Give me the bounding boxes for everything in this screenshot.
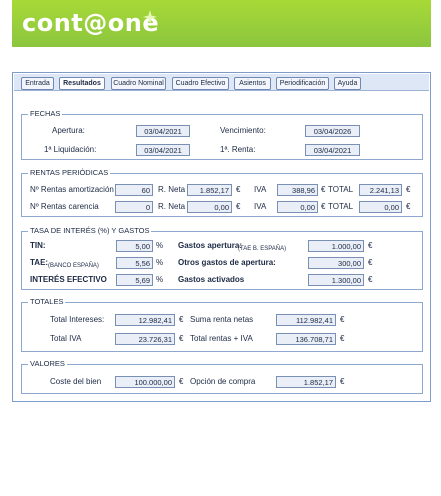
euro-unit: € <box>406 185 411 194</box>
euro-unit: € <box>236 185 241 194</box>
tab-entrada[interactable]: Entrada <box>21 77 54 90</box>
valores-group: VALORES Coste del bien € Opción de compr… <box>21 359 423 394</box>
iva-field-2[interactable] <box>277 201 318 213</box>
gastos-apertura-label: Gastos apertura: <box>178 241 243 250</box>
opcion-compra-label: Opción de compra <box>190 377 256 386</box>
apertura-field[interactable] <box>136 125 190 137</box>
euro-unit: € <box>321 185 326 194</box>
fechas-group: FECHAS Apertura: Vencimiento: 1ª Liquida… <box>21 109 423 160</box>
euro-unit: € <box>368 241 373 250</box>
suma-rentas-field[interactable] <box>276 314 336 326</box>
tasa-group: TASA DE INTERÉS (%) Y GASTOS TIN: % TAE:… <box>21 226 423 290</box>
rneta-field-2[interactable] <box>187 201 232 213</box>
liquidacion-field[interactable] <box>136 144 190 156</box>
tab-periodificacion[interactable]: Periodificación <box>276 77 329 90</box>
totales-group: TOTALES Total Intereses: € Suma renta ne… <box>21 297 423 352</box>
tab-asientos[interactable]: Asientos <box>234 77 271 90</box>
tab-cuadro-nominal[interactable]: Cuadro Nominal <box>111 77 166 90</box>
gastos-apertura-sublabel: (TAE B. ESPAÑA) <box>238 246 287 252</box>
opcion-compra-field[interactable] <box>276 376 336 388</box>
total-field-1[interactable] <box>359 184 402 196</box>
total-label-2: TOTAL <box>328 202 354 211</box>
interes-efectivo-label: INTERÉS EFECTIVO <box>30 275 107 284</box>
euro-unit: € <box>236 202 241 211</box>
iva-label-2: IVA <box>254 202 267 211</box>
iva-label-1: IVA <box>254 185 267 194</box>
euro-unit: € <box>368 258 373 267</box>
tin-label: TIN: <box>30 241 46 250</box>
primera-renta-field[interactable] <box>305 144 360 156</box>
primera-renta-label: 1ª. Renta: <box>220 145 256 154</box>
coste-bien-field[interactable] <box>115 376 175 388</box>
rneta-label-1: R. Neta <box>158 185 186 194</box>
total-field-2[interactable] <box>359 201 402 213</box>
gastos-activados-label: Gastos activados <box>178 275 245 284</box>
euro-unit: € <box>340 315 345 324</box>
tab-cuadro-efectivo[interactable]: Cuadro Efectivo <box>172 77 229 90</box>
rentas-amortizacion-label: Nº Rentas amortización <box>30 185 114 194</box>
rentas-amortizacion-field[interactable] <box>115 184 153 196</box>
total-rentas-iva-field[interactable] <box>276 333 336 345</box>
gastos-activados-field[interactable] <box>308 274 364 286</box>
tab-resultados[interactable]: Resultados <box>59 77 105 90</box>
otros-gastos-label: Otros gastos de apertura: <box>178 258 276 267</box>
euro-unit: € <box>340 334 345 343</box>
percent-unit: % <box>156 241 164 250</box>
rentas-carencia-field[interactable] <box>115 201 153 213</box>
tin-field[interactable] <box>116 240 153 252</box>
tae-field[interactable] <box>116 257 153 269</box>
liquidacion-label: 1ª Liquidación: <box>44 145 97 154</box>
euro-unit: € <box>179 377 184 386</box>
suma-rentas-label: Suma renta netas <box>190 315 254 324</box>
gastos-apertura-field[interactable] <box>308 240 364 252</box>
tab-ayuda[interactable]: Ayuda <box>334 77 361 90</box>
rentas-group: RENTAS PERIÓDICAS Nº Rentas amortización… <box>21 168 423 217</box>
total-rentas-iva-label: Total rentas + IVA <box>190 334 253 343</box>
euro-unit: € <box>179 334 184 343</box>
valores-title: VALORES <box>28 359 67 369</box>
tae-sublabel: (BANCO ESPAÑA) <box>48 263 99 269</box>
euro-unit: € <box>340 377 345 386</box>
total-intereses-label: Total Intereses: <box>50 315 105 324</box>
total-iva-field[interactable] <box>115 333 175 345</box>
fechas-title: FECHAS <box>28 109 63 119</box>
logo-sparkle-icon <box>143 10 157 24</box>
iva-field-1[interactable] <box>277 184 318 196</box>
rentas-carencia-label: Nº Rentas carencia <box>30 202 99 211</box>
tae-label: TAE: <box>30 258 49 267</box>
total-iva-label: Total IVA <box>50 334 82 343</box>
total-label-1: TOTAL <box>328 185 354 194</box>
total-intereses-field[interactable] <box>115 314 175 326</box>
interes-efectivo-field[interactable] <box>116 274 153 286</box>
vencimiento-field[interactable] <box>305 125 360 137</box>
euro-unit: € <box>321 202 326 211</box>
percent-unit: % <box>156 258 164 267</box>
vencimiento-label: Vencimiento: <box>220 126 266 135</box>
tab-bar: Entrada Resultados Cuadro Nominal Cuadro… <box>14 74 429 91</box>
rneta-field-1[interactable] <box>187 184 232 196</box>
rneta-label-2: R. Neta <box>158 202 186 211</box>
otros-gastos-field[interactable] <box>308 257 364 269</box>
tasa-title: TASA DE INTERÉS (%) Y GASTOS <box>28 226 152 236</box>
euro-unit: € <box>179 315 184 324</box>
percent-unit: % <box>156 275 164 284</box>
logo: cont@one <box>22 9 160 37</box>
euro-unit: € <box>368 275 373 284</box>
totales-title: TOTALES <box>28 297 66 307</box>
euro-unit: € <box>406 202 411 211</box>
app-header: cont@one <box>12 0 431 47</box>
coste-bien-label: Coste del bien <box>50 377 102 386</box>
main-panel: Entrada Resultados Cuadro Nominal Cuadro… <box>12 72 431 402</box>
rentas-title: RENTAS PERIÓDICAS <box>28 168 111 178</box>
apertura-label: Apertura: <box>52 126 85 135</box>
